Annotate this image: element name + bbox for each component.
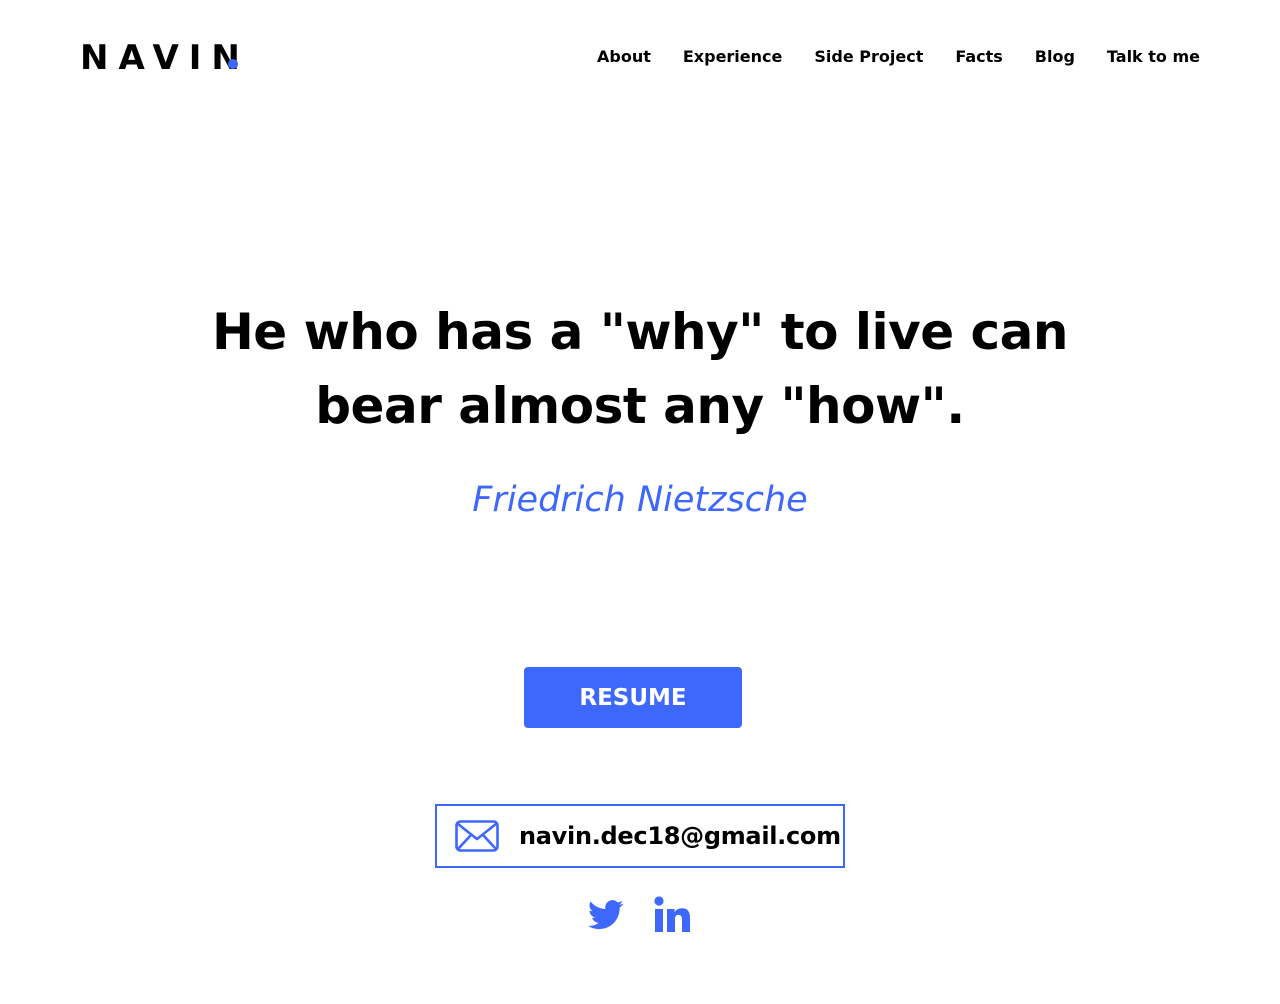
nav-item-experience[interactable]: Experience <box>683 46 783 68</box>
nav-item-talk-to-me[interactable]: Talk to me <box>1107 46 1200 68</box>
logo-dot <box>228 59 238 69</box>
twitter-icon[interactable] <box>588 900 624 930</box>
page: NAVIN About Experience Side Project Fact… <box>0 0 1280 1004</box>
nav-item-blog[interactable]: Blog <box>1035 46 1075 68</box>
linkedin-icon[interactable] <box>654 896 690 934</box>
site-logo[interactable]: NAVIN <box>80 38 250 78</box>
envelope-icon <box>455 820 499 852</box>
nav-item-side-project[interactable]: Side Project <box>814 46 923 68</box>
nav-item-facts[interactable]: Facts <box>955 46 1002 68</box>
nav-item-about[interactable]: About <box>597 46 651 68</box>
quote-author: Friedrich Nietzsche <box>472 480 808 520</box>
resume-button[interactable]: RESUME <box>524 667 742 728</box>
email-address: navin.dec18@gmail.com <box>519 822 841 850</box>
social-links <box>588 896 690 934</box>
hero-quote: He who has a "why" to live can bear almo… <box>211 303 1069 435</box>
main-nav: About Experience Side Project Facts Blog… <box>597 46 1200 68</box>
email-contact-box[interactable]: navin.dec18@gmail.com <box>435 804 845 868</box>
